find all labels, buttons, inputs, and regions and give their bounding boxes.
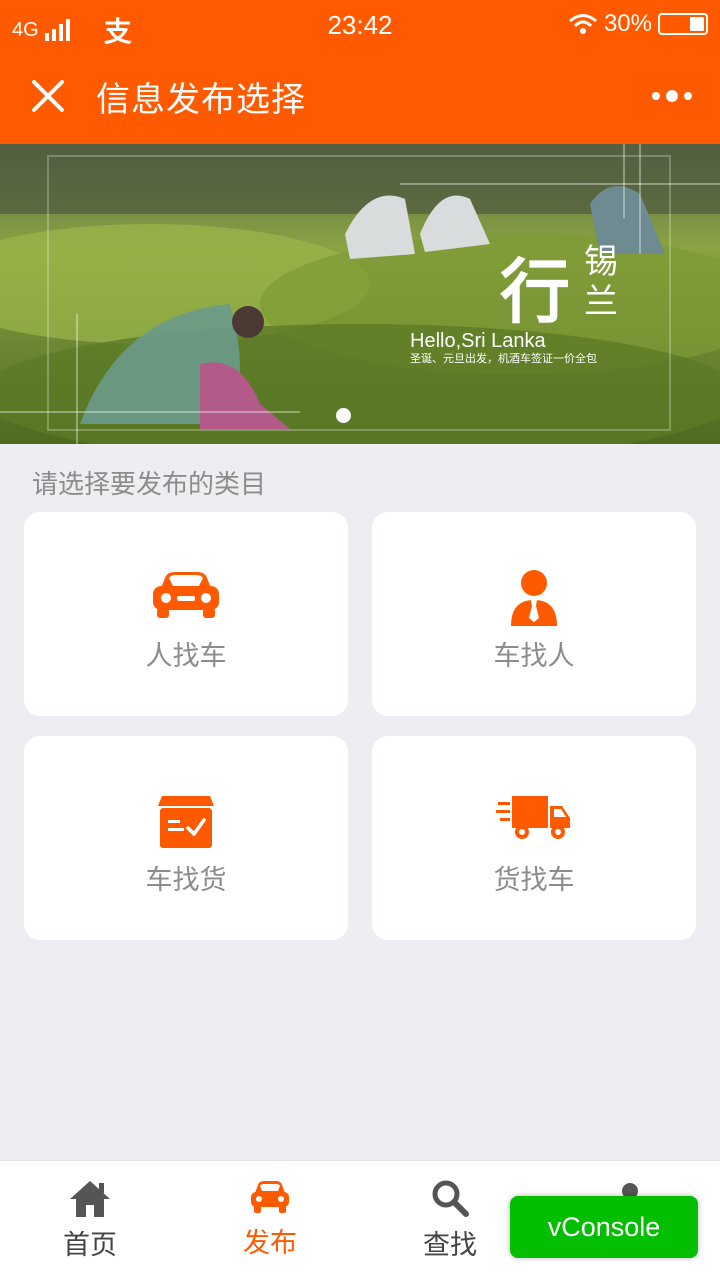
banner-carousel[interactable]: 行 锡兰 Hello,Sri Lanka 圣诞、元旦出发，机酒车签证一价全包 [0,144,720,444]
more-icon[interactable] [652,90,692,102]
search-icon [432,1180,469,1217]
car-icon [153,572,219,618]
wifi-icon [568,14,597,34]
tab-label: 发布 [243,1228,297,1259]
battery-icon [658,13,708,35]
category-label: 货找车 [493,865,575,896]
page-title: 信息发布选择 [96,80,306,120]
tab-label: 首页 [63,1230,117,1261]
category-card-ren-zhao-che[interactable]: 人找车 [24,512,348,716]
category-card-che-zhao-ren[interactable]: 车找人 [372,512,696,716]
person-icon [511,570,557,626]
section-label: 请选择要发布的类目 [32,470,267,500]
category-card-huo-zhao-che[interactable]: 货找车 [372,736,696,940]
carousel-indicator[interactable] [336,408,351,423]
banner-brand-side: 锡兰 [584,242,618,322]
car-icon [251,1181,289,1213]
category-label: 人找车 [145,641,227,672]
nav-bar: 信息发布选择 [0,50,720,144]
category-label: 车找人 [493,641,575,672]
tab-home[interactable]: 首页 [30,1179,150,1262]
vconsole-button[interactable]: vConsole [510,1196,698,1258]
truck-icon [496,796,570,839]
cargo-box-icon [158,796,214,848]
close-icon[interactable] [28,76,68,116]
banner-subtitle: 圣诞、元旦出发，机酒车签证一价全包 [410,352,597,365]
battery-percent: 30% [603,10,652,37]
banner-brand: 行 锡兰 [500,236,618,337]
home-icon [70,1181,110,1217]
status-bar: 4G 支 23:42 30% [0,0,720,50]
banner-brand-main: 行 [500,250,570,333]
category-card-che-zhao-huo[interactable]: 车找货 [24,736,348,940]
tab-search[interactable]: 查找 [390,1179,510,1262]
tab-publish[interactable]: 发布 [210,1179,330,1260]
tab-label: 查找 [423,1230,477,1261]
category-label: 车找货 [145,865,227,896]
